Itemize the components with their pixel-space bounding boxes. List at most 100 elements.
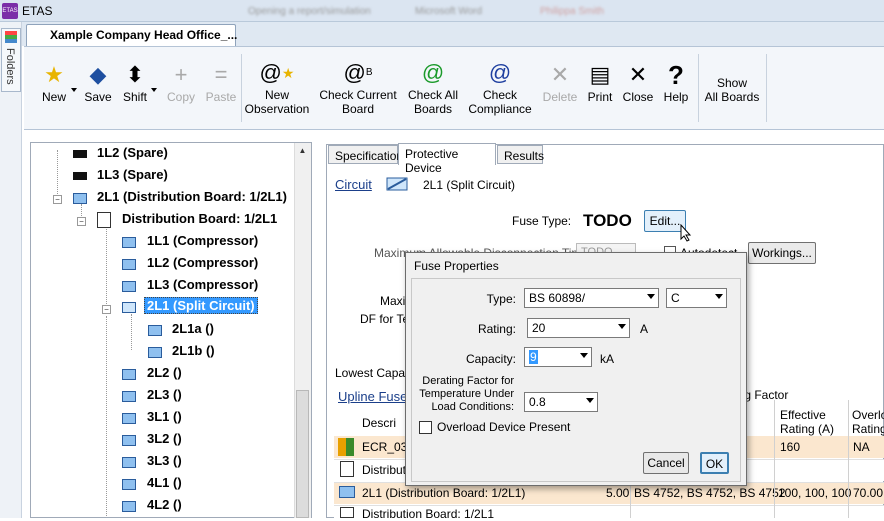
blurred-window-title: Philippa Smith: [540, 6, 604, 17]
circuit-link[interactable]: Circuit: [335, 177, 372, 192]
close-button[interactable]: ✕ Close: [620, 62, 656, 104]
tree-item[interactable]: 3L2 (): [147, 431, 182, 446]
tree-item[interactable]: 3L1 (): [147, 409, 182, 424]
tree-item[interactable]: 4L2 (): [147, 497, 182, 512]
check-current-board-button[interactable]: @B Check Current Board: [318, 60, 398, 116]
capacity-select[interactable]: 9: [524, 347, 592, 367]
dialog-title: Fuse Properties: [414, 259, 499, 273]
tab-specification[interactable]: Specification: [328, 145, 403, 164]
delete-button[interactable]: ✕ Delete: [540, 62, 580, 104]
tree-item[interactable]: 2L1a (): [172, 321, 214, 336]
derating-factor-select[interactable]: 0.8: [524, 392, 598, 412]
scroll-up-icon[interactable]: ▲: [294, 143, 311, 159]
app-title: ETAS: [22, 4, 53, 18]
board-page-icon: [340, 461, 354, 477]
tab-results[interactable]: Results: [497, 145, 544, 164]
tree-item[interactable]: 2L1b (): [172, 343, 215, 358]
circuit-icon: [122, 237, 136, 248]
tree-item[interactable]: 1L2 (Spare): [97, 145, 168, 160]
capacity-unit: kA: [600, 352, 615, 366]
rating-select[interactable]: 20: [527, 318, 630, 338]
board-page-icon: [340, 507, 354, 518]
chevron-down-icon: [586, 398, 594, 403]
column-header-effective-rating: Effective Rating (A): [780, 408, 835, 436]
save-button[interactable]: ◆ Save: [82, 62, 114, 104]
table-cell: 2L1 (Distribution Board: 1/2L1): [362, 486, 526, 500]
circuit-icon: [122, 369, 136, 380]
shift-button[interactable]: ⬍ Shift: [118, 62, 152, 104]
blurred-window-title: Microsoft Word: [415, 6, 483, 17]
source-icon: [338, 438, 354, 456]
chevron-down-icon: [618, 324, 626, 329]
tree-item[interactable]: 1L1 (Compressor): [147, 233, 258, 248]
tree-line: [81, 204, 82, 218]
folders-icon: [5, 31, 17, 43]
fuse-curve-select[interactable]: C: [666, 288, 727, 308]
spare-icon: [73, 150, 87, 158]
partial-label: Maxi: [380, 294, 406, 308]
table-cell: 160: [780, 440, 801, 454]
workings-button[interactable]: Workings...: [748, 242, 816, 264]
spare-icon: [73, 172, 87, 180]
collapse-icon[interactable]: −: [102, 305, 111, 314]
ribbon-separator: [766, 54, 767, 122]
table-cell: 5.00: [606, 486, 630, 500]
table-gridline: [848, 400, 849, 518]
chevron-down-icon: [647, 294, 655, 299]
circuit-icon: [122, 457, 136, 468]
ribbon-separator: [698, 54, 699, 122]
rating-unit: A: [640, 322, 649, 336]
new-observation-button[interactable]: @★ New Observation: [243, 60, 311, 116]
folders-strip: [0, 22, 22, 518]
tree-item[interactable]: 1L3 (Spare): [97, 167, 168, 182]
tree-line: [57, 150, 58, 196]
tree-item[interactable]: 2L3 (): [147, 387, 182, 402]
circuit-icon: [122, 413, 136, 424]
equals-icon: =: [214, 62, 228, 87]
circuit-icon: [122, 391, 136, 402]
circuit-icon: [122, 435, 136, 446]
shift-dropdown-arrow[interactable]: [151, 88, 157, 92]
spiral-b-icon: @B: [343, 60, 373, 85]
tree-item[interactable]: 1L3 (Compressor): [147, 277, 258, 292]
tree-scrollbar-thumb[interactable]: [296, 390, 309, 518]
tree-item[interactable]: Distribution Board: 1/2L1: [122, 211, 277, 226]
circuit-icon: [122, 281, 136, 292]
mouse-cursor-icon: [680, 223, 692, 245]
tab-protective-device[interactable]: Protective Device: [398, 143, 496, 175]
fuse-type-select[interactable]: BS 60898/: [524, 288, 659, 308]
paste-button[interactable]: = Paste: [203, 62, 239, 104]
column-header-overload-rating: Overlo Rating: [852, 408, 884, 436]
print-button[interactable]: ▤ Print: [584, 62, 616, 104]
new-dropdown-arrow[interactable]: [71, 88, 77, 92]
new-button[interactable]: ★ New: [36, 62, 72, 104]
tree-line: [106, 226, 107, 306]
table-cell: ECR_03-: [362, 440, 412, 454]
table-gridline: [774, 400, 775, 518]
fuse-type-value: TODO: [583, 211, 632, 230]
check-all-boards-button[interactable]: @ Check All Boards: [404, 60, 462, 116]
overload-device-checkbox[interactable]: [419, 421, 432, 434]
show-all-boards-button[interactable]: Show All Boards: [702, 76, 762, 104]
collapse-icon[interactable]: −: [77, 217, 86, 226]
tree-item-selected[interactable]: 2L1 (Split Circuit): [144, 297, 258, 314]
collapse-icon[interactable]: −: [53, 195, 62, 204]
tree-item[interactable]: 1L2 (Compressor): [147, 255, 258, 270]
tree-item[interactable]: 2L2 (): [147, 365, 182, 380]
tree-item[interactable]: 2L1 (Distribution Board: 1/2L1): [97, 189, 287, 204]
split-circuit-icon: [122, 302, 136, 313]
cancel-button[interactable]: Cancel: [643, 452, 689, 474]
circuit-icon: [122, 501, 136, 512]
ok-button[interactable]: OK: [700, 452, 729, 474]
help-button[interactable]: ? Help: [660, 62, 692, 104]
upline-fuses-link[interactable]: Upline Fuse: [338, 389, 407, 404]
tree-line: [106, 316, 107, 516]
tree-item[interactable]: 4L1 (): [147, 475, 182, 490]
derating-factor-label: Derating Factor for Temperature Under Lo…: [419, 375, 514, 413]
copy-button[interactable]: + Copy: [164, 62, 198, 104]
overload-device-label: Overload Device Present: [437, 420, 571, 434]
type-label: Type:: [486, 292, 516, 306]
tree-item[interactable]: 3L3 (): [147, 453, 182, 468]
check-compliance-button[interactable]: @ Check Compliance: [466, 60, 534, 116]
chevron-down-icon: [580, 353, 588, 358]
